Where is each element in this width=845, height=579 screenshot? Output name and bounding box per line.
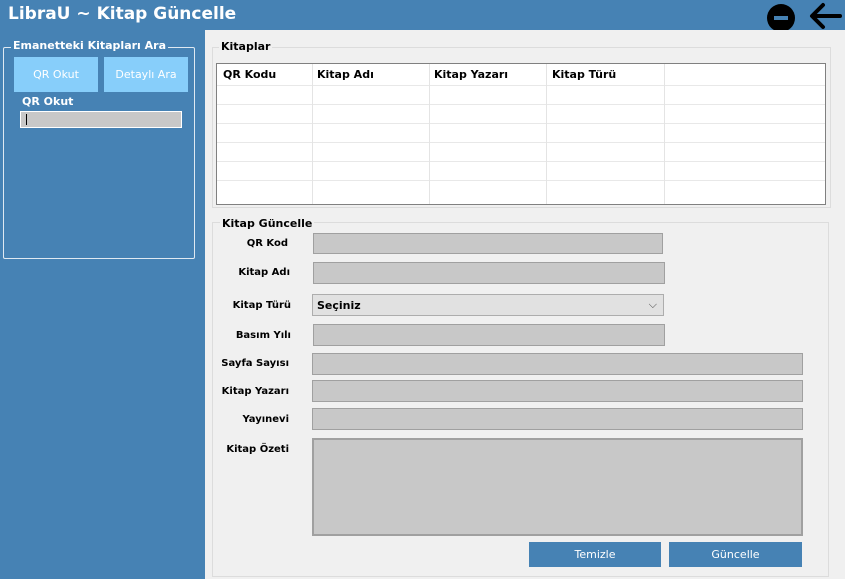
column-header-kitap-adi[interactable]: Kitap Adı: [317, 68, 374, 81]
table-row-line: [217, 180, 825, 181]
update-book-group-title: Kitap Güncelle: [220, 217, 315, 230]
qr-kod-field[interactable]: [313, 233, 663, 254]
kitap-turu-label: Kitap Türü: [232, 300, 291, 311]
table-col-line: [312, 64, 313, 204]
basim-yili-label: Basım Yılı: [235, 330, 291, 341]
window-title: LibraU ~ Kitap Güncelle: [8, 4, 237, 24]
table-row-line: [217, 85, 825, 86]
qr-scan-button[interactable]: QR Okut: [14, 57, 98, 92]
text-caret: [26, 114, 27, 125]
chevron-down-icon: ⌵: [648, 298, 657, 311]
kitap-ozeti-field[interactable]: [312, 438, 803, 536]
search-borrowed-group-title: Emanetteki Kitapları Ara: [11, 39, 169, 52]
column-header-qr-kodu[interactable]: QR Kodu: [223, 68, 276, 81]
table-col-line: [664, 64, 665, 204]
column-header-kitap-turu[interactable]: Kitap Türü: [552, 68, 616, 81]
update-button[interactable]: Güncelle: [669, 542, 802, 567]
books-table[interactable]: QR Kodu Kitap Adı Kitap Yazarı Kitap Tür…: [216, 63, 826, 205]
books-group-title: Kitaplar: [219, 40, 273, 53]
column-header-kitap-yazari[interactable]: Kitap Yazarı: [434, 68, 508, 81]
kitap-turu-selected: Seçiniz: [317, 299, 361, 312]
qr-scan-label: QR Okut: [22, 95, 74, 108]
minimize-icon[interactable]: [767, 4, 795, 32]
kitap-yazari-label: Kitap Yazarı: [221, 386, 289, 397]
sayfa-sayisi-label: Sayfa Sayısı: [221, 358, 289, 369]
clear-button[interactable]: Temizle: [529, 542, 661, 567]
arrow-left-icon[interactable]: [808, 2, 842, 30]
kitap-adi-label: Kitap Adı: [238, 267, 290, 278]
kitap-yazari-field[interactable]: [312, 380, 803, 402]
kitap-adi-field[interactable]: [313, 262, 665, 284]
kitap-ozeti-label: Kitap Özeti: [226, 444, 289, 455]
yayinevi-field[interactable]: [312, 408, 803, 430]
title-bar: LibraU ~ Kitap Güncelle: [0, 0, 845, 32]
table-row-line: [217, 104, 825, 105]
table-row-line: [217, 142, 825, 143]
table-row-line: [217, 161, 825, 162]
qr-kod-label: QR Kod: [246, 238, 288, 249]
qr-scan-input[interactable]: [20, 111, 182, 128]
table-col-line: [429, 64, 430, 204]
detailed-search-button[interactable]: Detaylı Ara: [104, 57, 188, 92]
sayfa-sayisi-field[interactable]: [312, 353, 803, 375]
kitap-turu-select[interactable]: Seçiniz ⌵: [312, 294, 664, 316]
table-col-line: [546, 64, 547, 204]
yayinevi-label: Yayınevi: [242, 414, 289, 425]
table-row-line: [217, 123, 825, 124]
basim-yili-field[interactable]: [313, 324, 665, 346]
